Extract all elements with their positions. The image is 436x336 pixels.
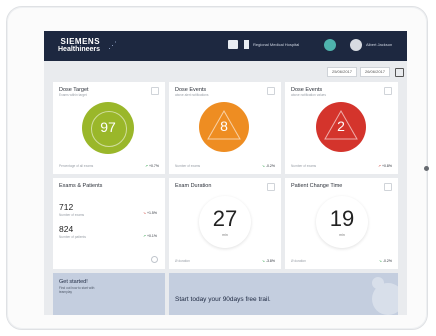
exams-count: 712 [59, 202, 74, 212]
patient-change-unit: min [339, 233, 345, 237]
top-bar: SIEMENS Healthineers ⋰ Regional Medical … [44, 31, 407, 61]
dose-events-alert-circle: 8 [199, 102, 249, 152]
tablet-home-button[interactable] [424, 166, 429, 171]
card-dose-events-alert[interactable]: Dose Events above alert notifications 8 … [169, 82, 281, 174]
get-started-card[interactable]: Get started! Find out how to start with … [53, 273, 165, 315]
patient-change-value: 19 [329, 206, 355, 231]
dose-events-notification-circle: 2 [316, 102, 366, 152]
hospital-icon [244, 40, 249, 49]
card-title: Patient Change Time [291, 183, 343, 189]
card-menu-icon[interactable] [384, 87, 392, 95]
card-dose-target[interactable]: Dose Target Exams within target 97 Perce… [53, 82, 165, 174]
get-started-subtitle: Find out how to start with teamplay [59, 286, 94, 294]
trend-up-icon: ↗ [378, 164, 381, 168]
exams-trend: ↘ +1.5% [143, 211, 157, 215]
settings-icon[interactable] [151, 256, 158, 263]
exam-duration-ring: 27 min [199, 196, 251, 248]
card-trend: ↘ -0.2% [262, 164, 275, 168]
calendar-icon[interactable] [395, 68, 404, 77]
dose-events-notification-value: 2 [337, 118, 345, 134]
card-subtitle: above notification values [291, 93, 326, 97]
date-to-field[interactable]: 26/06/2017 [360, 67, 390, 77]
hospital-name[interactable]: Regional Medical Hospital [253, 42, 299, 47]
dose-target-value: 97 [100, 119, 116, 135]
trend-value: -0.2% [265, 164, 275, 168]
card-menu-icon[interactable] [267, 87, 275, 95]
card-trend: ↗ +0.8% [378, 164, 392, 168]
logo-line2: Healthineers [58, 46, 101, 53]
get-started-title: Get started! [59, 279, 88, 285]
get-started-subtitle-line2: teamplay [59, 290, 72, 294]
decorative-graphic-icon [372, 277, 398, 315]
card-trend: ↘ -0.2% [379, 259, 392, 263]
trend-value: -0.2% [382, 259, 392, 263]
user-avatar[interactable] [350, 39, 362, 51]
dose-events-alert-value: 8 [220, 118, 228, 134]
card-footer: Ø duration [175, 259, 190, 263]
card-subtitle: above alert notifications [175, 93, 209, 97]
trend-up-icon: ↗ [143, 234, 146, 238]
patient-change-ring: 19 min [316, 196, 368, 248]
exam-duration-unit: min [222, 233, 228, 237]
card-trend: ↘ -3.8% [262, 259, 275, 263]
dashboard-icon[interactable] [228, 40, 238, 49]
siemens-healthineers-logo: SIEMENS Healthineers [58, 38, 100, 54]
card-footer: Percentage of all exams [59, 164, 94, 168]
free-trial-text: Start today your 90days free trail. [175, 296, 271, 303]
trend-down-icon: ↘ [261, 164, 265, 168]
card-title: Exam Duration [175, 183, 212, 189]
card-dose-events-notification[interactable]: Dose Events above notification values 2 … [285, 82, 398, 174]
trend-down-icon: ↘ [261, 259, 265, 263]
exam-duration-value: 27 [212, 206, 238, 231]
trend-up-icon: ↗ [145, 164, 148, 168]
dashboard-screen: SIEMENS Healthineers ⋰ Regional Medical … [44, 31, 407, 315]
trend-down-icon: ↘ [378, 259, 382, 263]
patients-label: Number of patients [59, 235, 86, 239]
logo-line1: SIEMENS [60, 37, 101, 46]
user-name[interactable]: Albert Jackson [366, 42, 392, 47]
card-patient-change-time[interactable]: Patient Change Time 19 min Ø duration ↘ … [285, 178, 398, 269]
card-menu-icon[interactable] [267, 183, 275, 191]
card-menu-icon[interactable] [384, 183, 392, 191]
trend-value: +1.5% [146, 211, 157, 215]
card-footer: Number of exams [291, 164, 317, 168]
trend-value: -3.8% [265, 259, 275, 263]
trend-down-icon: ↘ [143, 211, 146, 215]
exams-label: Number of exams [59, 213, 85, 217]
hospital-avatar[interactable] [324, 39, 336, 51]
free-trial-banner[interactable]: Start today your 90days free trail. [169, 273, 398, 315]
card-trend: ↗ +0.7% [145, 164, 159, 168]
card-subtitle: Exams within target [59, 93, 87, 97]
logo-mark-icon: ⋰ [108, 40, 117, 50]
trend-value: +0.7% [148, 164, 159, 168]
card-menu-icon[interactable] [151, 87, 159, 95]
patients-count: 824 [59, 224, 74, 234]
trend-value: +0.1% [146, 234, 157, 238]
trend-value: +0.8% [381, 164, 392, 168]
card-exam-duration[interactable]: Exam Duration 27 min Ø duration ↘ -3.8% [169, 178, 281, 269]
card-title: Exams & Patients [59, 183, 103, 189]
patients-trend: ↗ +0.1% [143, 234, 157, 238]
card-exams-patients[interactable]: Exams & Patients 712 Number of exams ↘ +… [53, 178, 165, 269]
card-footer: Number of exams [175, 164, 201, 168]
dose-target-circle: 97 [82, 102, 134, 154]
card-footer: Ø duration [291, 259, 306, 263]
date-from-field[interactable]: 25/06/2017 [327, 67, 357, 77]
